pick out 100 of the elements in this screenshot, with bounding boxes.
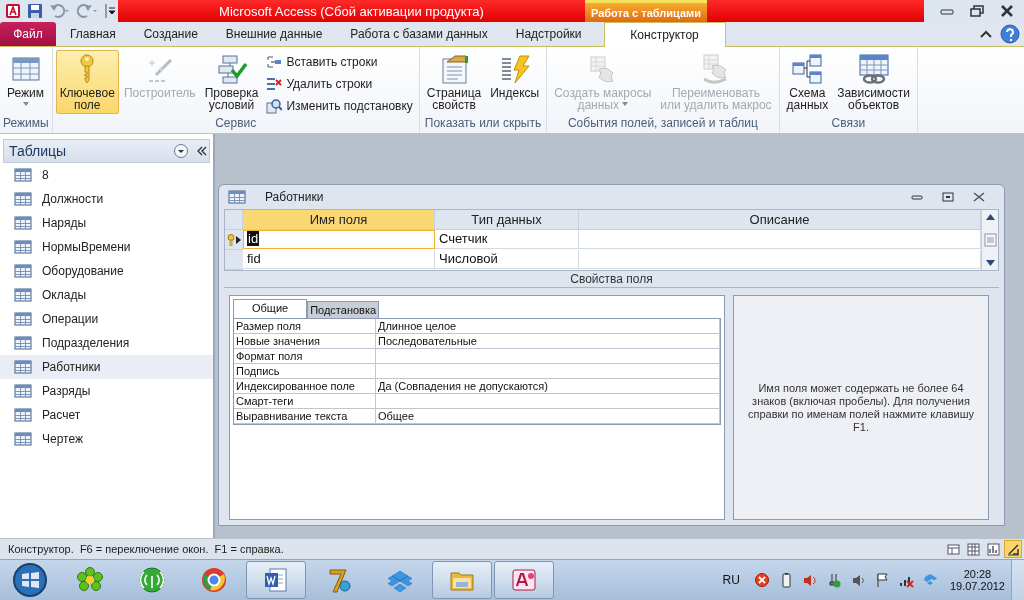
table-icon [14, 264, 32, 278]
ribbon-tab[interactable]: Создание [129, 22, 212, 46]
table-list-item[interactable]: Подразделения [0, 331, 213, 355]
description-cell[interactable] [579, 230, 981, 249]
close-icon[interactable] [1000, 5, 1014, 17]
table-list-item[interactable]: Должности [0, 187, 213, 211]
collapse-pane-icon[interactable] [195, 144, 209, 158]
ribbon-tab[interactable]: Главная [56, 22, 130, 46]
property-value[interactable]: Последовательные [376, 334, 720, 349]
flower-icon [76, 566, 104, 594]
ribbon-button[interactable]: Ключевое поле [55, 50, 119, 114]
save-icon[interactable] [27, 3, 43, 19]
ribbon-button[interactable]: Схема данных [782, 50, 833, 114]
ribbon-button[interactable]: Изменить подстановку [263, 96, 416, 116]
table-list-item[interactable]: НормыВремени [0, 235, 213, 259]
group-label: Показать или скрыть [423, 116, 543, 132]
scroll-thumb-icon[interactable] [983, 233, 997, 247]
table-icon [14, 384, 32, 398]
app-logo-icon[interactable] [5, 3, 21, 19]
table-icon [14, 168, 32, 182]
design-view-icon [1006, 542, 1020, 556]
property-name: Индексированное поле [234, 379, 376, 394]
view-button[interactable] [984, 540, 1002, 558]
taskbar-button[interactable] [246, 561, 306, 599]
ribbon-button[interactable]: Режим [3, 50, 48, 112]
ribbon-tab[interactable]: Конструктор [603, 22, 726, 47]
table-list-item[interactable]: Работники [0, 355, 213, 379]
status-text: Конструктор. F6 = переключение окон. F1 = справка. [8, 543, 285, 555]
data-type-cell[interactable]: Числовой [435, 250, 579, 269]
property-tab[interactable]: Общие [233, 299, 308, 318]
language-indicator[interactable]: RU [722, 573, 740, 587]
restore-icon[interactable] [942, 192, 954, 202]
scroll-up-icon[interactable] [983, 211, 997, 223]
table-list-item[interactable]: Операции [0, 307, 213, 331]
table-list-item[interactable]: Чертеж [0, 427, 213, 451]
table-list-item[interactable]: Расчет [0, 403, 213, 427]
table-icon [228, 190, 246, 204]
ribbon-button[interactable]: Удалить строки [263, 74, 416, 94]
relationship-icon [791, 53, 824, 85]
table-icon [14, 312, 32, 326]
table-icon [14, 408, 32, 422]
column-header[interactable]: Имя поля [243, 210, 435, 230]
view-button[interactable] [964, 540, 982, 558]
description-cell[interactable] [579, 250, 981, 269]
database-key-icon [510, 566, 538, 594]
insert-rows-icon [266, 54, 283, 70]
collapse-ribbon-icon[interactable] [980, 29, 992, 39]
help-icon[interactable] [1000, 24, 1020, 44]
row-selector[interactable] [225, 230, 243, 250]
ribbon-button[interactable]: Индексы [486, 50, 544, 102]
signal-icon [138, 566, 166, 594]
ribbon-button[interactable]: Страница свойств [422, 50, 486, 114]
pivot-table-icon [966, 542, 980, 556]
group-label: События полей, записей и таблиц [566, 116, 759, 132]
customize-menu-icon[interactable] [105, 3, 115, 19]
table-list-item[interactable]: Оклады [0, 283, 213, 307]
ribbon-tab[interactable]: Внешние данные [211, 22, 337, 46]
file-tab[interactable]: Файл [0, 22, 56, 46]
table-list-item[interactable]: Оборудование [0, 259, 213, 283]
ribbon-tab[interactable]: Надстройки [501, 22, 596, 46]
data-type-cell[interactable]: Счетчик [435, 230, 579, 249]
property-value[interactable]: Да (Совпадения не допускаются) [376, 379, 720, 394]
dropdown-icon[interactable] [173, 143, 189, 159]
property-name: Смарт-теги [234, 394, 376, 409]
pane-title: Таблицы [9, 143, 68, 159]
table-icon [14, 360, 32, 374]
property-name: Подпись [234, 364, 376, 379]
property-tab[interactable]: Подстановка [307, 301, 380, 318]
table-icon [14, 192, 32, 206]
clock-time: 20:28 [963, 568, 992, 580]
window-title: Microsoft Access (Сбой активации продукта) [219, 3, 484, 19]
close-icon[interactable] [973, 192, 985, 202]
group-label: Сервис [214, 116, 258, 132]
taskbar-button[interactable] [432, 561, 492, 599]
property-value[interactable]: Общее [376, 409, 720, 424]
property-value[interactable]: Длинное целое [376, 319, 720, 334]
view-button[interactable] [1004, 540, 1022, 558]
ribbon-tab[interactable]: Работа с базами данных [336, 22, 502, 46]
restore-icon[interactable] [970, 5, 984, 17]
document-icon [262, 566, 290, 594]
section-caption: Свойства поля [224, 271, 999, 288]
scroll-down-icon[interactable] [983, 257, 997, 269]
column-header[interactable]: Описание [579, 210, 981, 230]
table-icon [14, 288, 32, 302]
field-name-cell[interactable]: fid [243, 250, 435, 269]
field-name-cell[interactable]: id [243, 230, 435, 249]
ribbon-button[interactable]: Вставить строки [263, 52, 416, 72]
taskbar-button[interactable] [494, 561, 554, 599]
volume-icon[interactable] [801, 572, 818, 588]
ribbon-button[interactable]: Зависимости объектов [833, 50, 914, 114]
table-list-item[interactable]: 8 [0, 163, 213, 187]
ribbon-button[interactable]: Проверка условий [200, 50, 263, 114]
table-icon [14, 432, 32, 446]
table-icon [14, 216, 32, 230]
delete-rows-icon [266, 76, 283, 92]
table-list-item[interactable]: Разряды [0, 379, 213, 403]
table-list-item[interactable]: Наряды [0, 211, 213, 235]
minimize-icon[interactable] [911, 192, 923, 202]
error-badge-icon[interactable] [753, 572, 770, 588]
column-header[interactable]: Тип данных [435, 210, 579, 230]
